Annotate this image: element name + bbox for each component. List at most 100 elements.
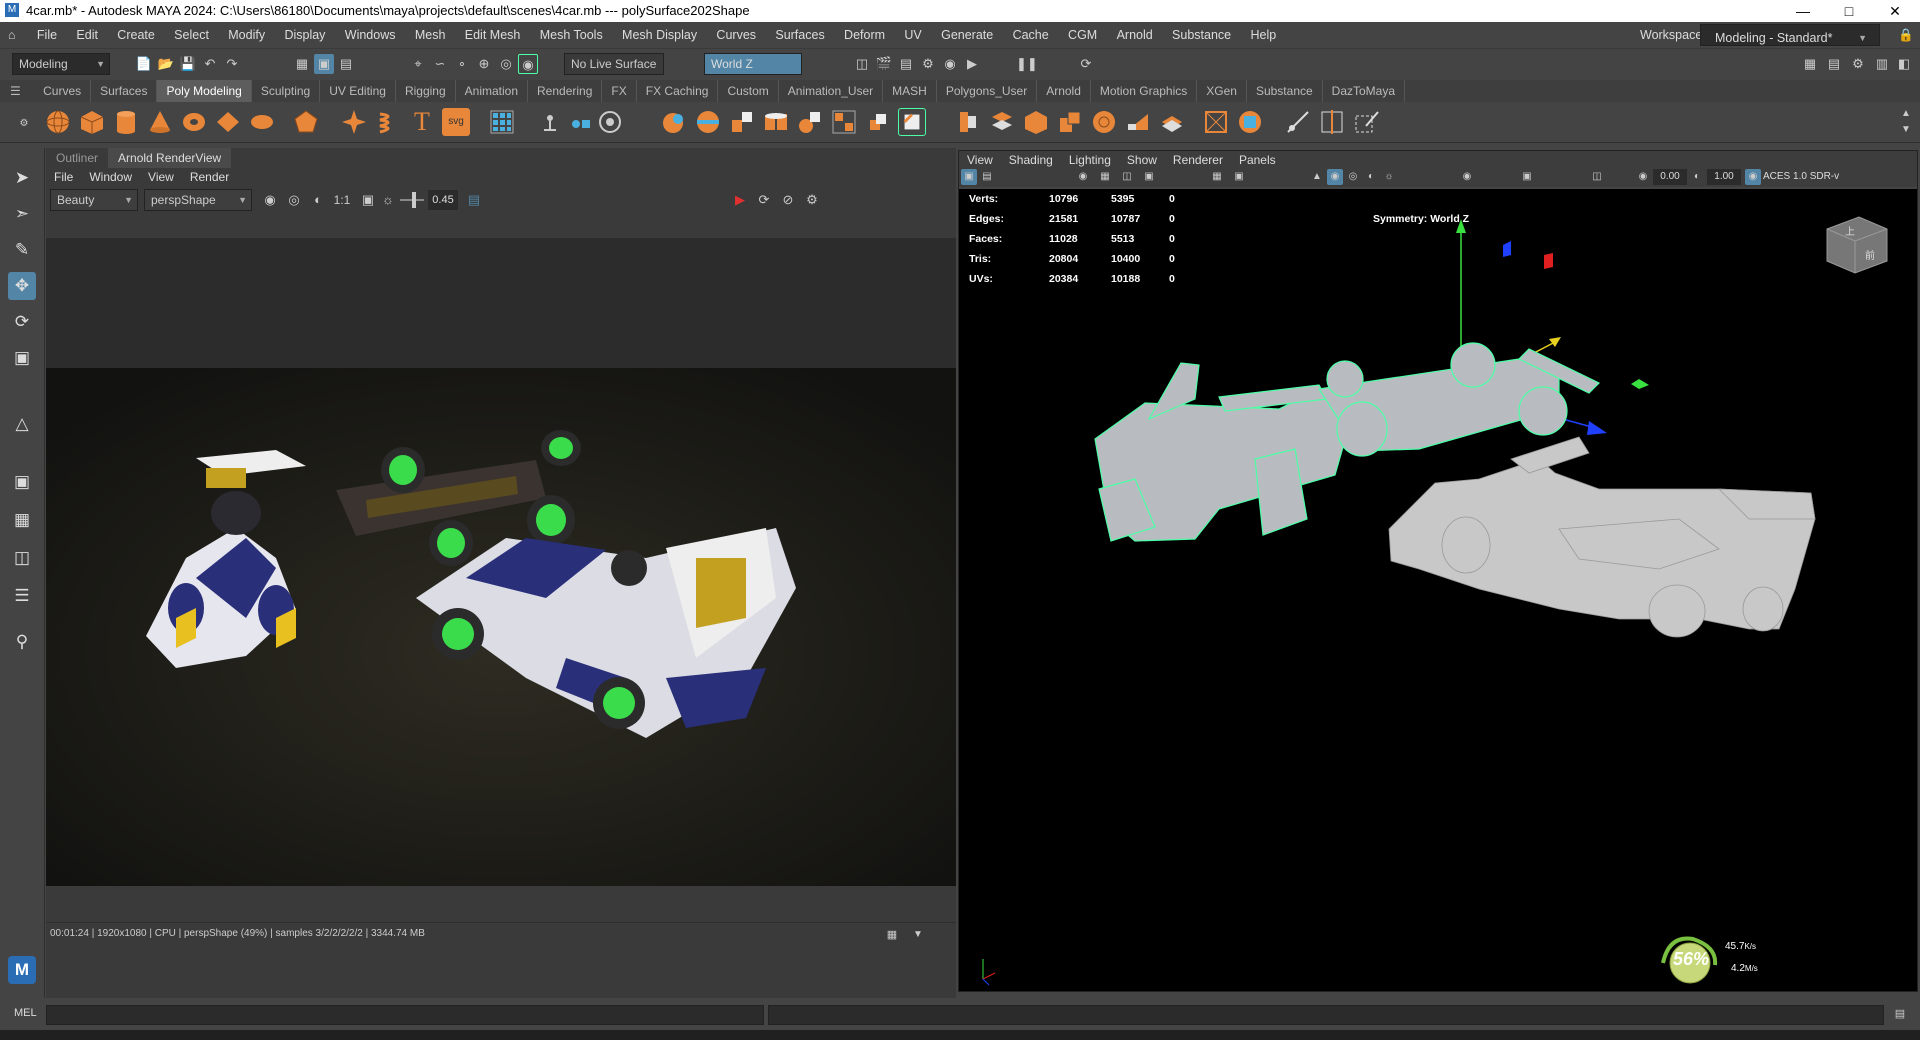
append-icon[interactable]: [762, 108, 790, 136]
shelf-tab-rigging[interactable]: Rigging: [396, 80, 456, 102]
last-tool-icon[interactable]: △: [8, 410, 36, 438]
vp-menu-show[interactable]: Show: [1119, 151, 1165, 169]
connect-icon[interactable]: [864, 108, 892, 136]
vp-menu-renderer[interactable]: Renderer: [1165, 151, 1231, 169]
home-icon[interactable]: ⌂: [0, 22, 26, 48]
shelf-tab-animation-user[interactable]: Animation_User: [779, 80, 884, 102]
shelf-tab-poly-modeling[interactable]: Poly Modeling: [157, 80, 252, 102]
display-settings-icon[interactable]: ◉: [260, 190, 280, 210]
exposure-icon[interactable]: ☼: [378, 190, 398, 210]
pause-icon[interactable]: ❚❚: [1016, 54, 1038, 74]
combine-icon[interactable]: [488, 108, 516, 136]
shelf-tab-sculpting[interactable]: Sculpting: [252, 80, 321, 102]
lights-icon[interactable]: ☼: [1381, 169, 1397, 185]
mel-input[interactable]: [46, 1005, 764, 1025]
menu-cache[interactable]: Cache: [1005, 22, 1057, 48]
menu-mesh[interactable]: Mesh: [407, 22, 454, 48]
super-shape-icon[interactable]: [340, 108, 368, 136]
hypershade-icon[interactable]: ◉: [940, 54, 960, 74]
render-play-icon[interactable]: ▶: [730, 190, 750, 210]
rv-menu-render[interactable]: Render: [182, 168, 237, 186]
attribute-editor-icon[interactable]: ▤: [1824, 54, 1844, 74]
single-view-icon[interactable]: ▣: [8, 468, 36, 496]
grid-toggle-icon[interactable]: ◫: [1119, 169, 1135, 185]
menu-edit[interactable]: Edit: [68, 22, 106, 48]
shelf-settings-icon[interactable]: ⚙: [14, 114, 34, 134]
separate-icon[interactable]: [536, 108, 564, 136]
menu-set-dropdown[interactable]: Modeling ▼: [12, 53, 110, 75]
menu-cgm[interactable]: CGM: [1060, 22, 1105, 48]
gamma-field[interactable]: 0.00: [1653, 169, 1687, 185]
refresh-render-icon[interactable]: ⟳: [754, 190, 774, 210]
exposure-slider-handle[interactable]: [412, 192, 416, 208]
menu-generate[interactable]: Generate: [933, 22, 1001, 48]
wireframe-on-shaded-icon[interactable]: ◎: [1345, 169, 1361, 185]
shelf-tab-uv-editing[interactable]: UV Editing: [320, 80, 396, 102]
move-tool-icon[interactable]: ✥: [8, 272, 36, 300]
shelf-tab-surfaces[interactable]: Surfaces: [91, 80, 158, 102]
grid-icon[interactable]: ▦: [1209, 169, 1225, 185]
shelf-tab-substance[interactable]: Substance: [1247, 80, 1323, 102]
shelf-tab-fx[interactable]: FX: [602, 80, 637, 102]
menu-mesh-tools[interactable]: Mesh Tools: [532, 22, 611, 48]
close-button[interactable]: ✕: [1872, 0, 1918, 22]
helix-icon[interactable]: [374, 108, 402, 136]
svg-icon[interactable]: svg: [442, 108, 470, 136]
select-component-icon[interactable]: ▤: [336, 54, 356, 74]
wireframe-icon[interactable]: ▲: [1309, 169, 1325, 185]
rv-menu-file[interactable]: File: [46, 168, 81, 186]
ipr-render-icon[interactable]: ▤: [896, 54, 916, 74]
duplicate-face-icon[interactable]: [1202, 108, 1230, 136]
shadows-icon[interactable]: ◉: [1459, 169, 1475, 185]
shelf-tab-daztomaya[interactable]: DazToMaya: [1323, 80, 1406, 102]
tab-arnold-renderview[interactable]: Arnold RenderView: [108, 148, 232, 168]
shelf-tab-motion-graphics[interactable]: Motion Graphics: [1091, 80, 1198, 102]
crease-icon[interactable]: [1236, 108, 1264, 136]
live-surface-field[interactable]: No Live Surface: [564, 53, 664, 75]
edit-edge-flow-icon[interactable]: [1284, 108, 1312, 136]
wedge-icon[interactable]: [1124, 108, 1152, 136]
shelf-menu-icon[interactable]: ☰: [0, 80, 31, 102]
maximize-button[interactable]: □: [1826, 0, 1872, 22]
render-settings-gear-icon[interactable]: ⚙: [802, 190, 822, 210]
four-view-icon[interactable]: ▦: [8, 506, 36, 534]
select-camera-icon[interactable]: ▣: [961, 169, 977, 185]
tool-settings-icon[interactable]: ⚙: [1848, 54, 1868, 74]
sync-icon[interactable]: ⟳: [1076, 54, 1096, 74]
select-tool-icon[interactable]: ➤: [8, 164, 36, 192]
plane-icon[interactable]: [214, 108, 242, 136]
shelf-tab-mash[interactable]: MASH: [883, 80, 937, 102]
stop-render-icon[interactable]: ⊘: [778, 190, 798, 210]
render-view-icon[interactable]: ◫: [852, 54, 872, 74]
vp-menu-panels[interactable]: Panels: [1231, 151, 1284, 169]
mel-label[interactable]: MEL: [14, 1007, 37, 1019]
menu-surfaces[interactable]: Surfaces: [767, 22, 832, 48]
shelf-tab-polygons-user[interactable]: Polygons_User: [937, 80, 1038, 102]
crop-region-icon[interactable]: ▣: [358, 190, 378, 210]
redo-icon[interactable]: ↷: [222, 54, 242, 74]
shelf-tab-animation[interactable]: Animation: [456, 80, 529, 102]
fill-hole-icon[interactable]: [728, 108, 756, 136]
menu-display[interactable]: Display: [276, 22, 333, 48]
slide-edge-icon[interactable]: [954, 108, 982, 136]
lock-icon[interactable]: 🔒: [1890, 22, 1920, 48]
exposure-value[interactable]: 0.45: [428, 190, 458, 210]
scale-tool-icon[interactable]: ▣: [8, 344, 36, 372]
viewport-canvas[interactable]: Verts: 10796 5395 0 Edges: 21581 10787 0 Faces…: [959, 189, 1917, 991]
shelf-tab-curves[interactable]: Curves: [34, 80, 92, 102]
chamfer-icon[interactable]: [1056, 108, 1084, 136]
cone-icon[interactable]: [146, 108, 174, 136]
menu-edit-mesh[interactable]: Edit Mesh: [457, 22, 529, 48]
camera-attributes-icon[interactable]: ▤: [979, 169, 995, 185]
exposure-vp-icon[interactable]: ◐: [1689, 169, 1705, 185]
menu-file[interactable]: File: [29, 22, 65, 48]
rotate-tool-icon[interactable]: ⟳: [8, 308, 36, 336]
disk-icon[interactable]: [248, 108, 276, 136]
extrude-icon[interactable]: [596, 108, 624, 136]
menu-modify[interactable]: Modify: [220, 22, 273, 48]
bookmark-icon[interactable]: ◉: [1075, 169, 1091, 185]
shelf-tab-custom[interactable]: Custom: [718, 80, 779, 102]
menu-create[interactable]: Create: [109, 22, 163, 48]
viewcube[interactable]: 上 前: [1826, 216, 1888, 274]
shelf-tab-fx-caching[interactable]: FX Caching: [637, 80, 719, 102]
